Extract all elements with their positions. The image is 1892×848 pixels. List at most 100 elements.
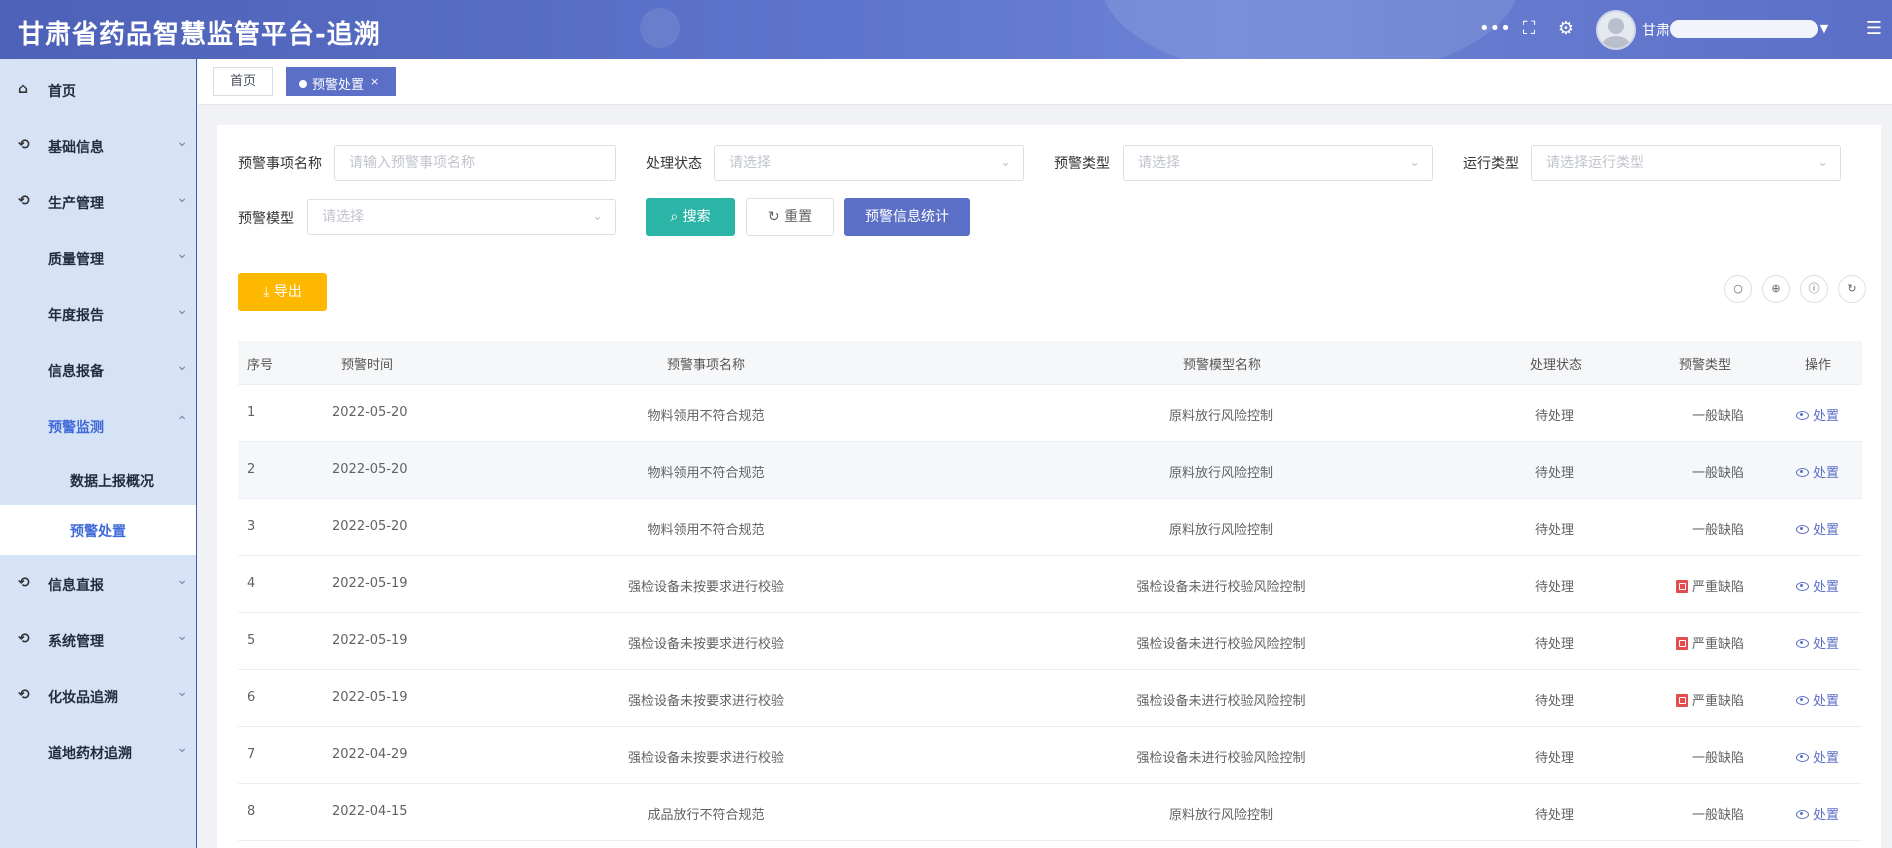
cell-time: 2022-05-19	[332, 690, 408, 705]
handle-link-label: 处置	[1813, 466, 1840, 481]
handle-link[interactable]: 处置	[1796, 690, 1839, 709]
col-time: 预警时间	[341, 358, 394, 373]
sidebar-item-cosmetics[interactable]: ⟲ 化妆品追溯 ⌄	[0, 668, 196, 724]
handle-link[interactable]: 处置	[1796, 747, 1839, 766]
col-no: 序号	[247, 358, 274, 373]
eye-icon	[1796, 753, 1809, 762]
severe-flag-icon	[1675, 637, 1688, 650]
run-type-select[interactable]: 请选择运行类型 ⌄	[1531, 145, 1841, 181]
fullscreen-icon[interactable]: ⛶	[1517, 18, 1541, 40]
sidebar-item-warning-handle[interactable]: 预警处置	[0, 505, 196, 555]
chevron-down-icon: ⌄	[1409, 155, 1420, 170]
username-redaction	[1670, 20, 1818, 38]
sidebar-item-annual-report[interactable]: 年度报告 ⌄	[0, 286, 196, 342]
search-button[interactable]: ⌕ 搜索	[646, 198, 735, 236]
sidebar-item-basic-info[interactable]: ⟲ 基础信息 ⌄	[0, 118, 196, 174]
cell-status: 待处理	[1535, 637, 1575, 652]
cell-no: 8	[247, 804, 256, 819]
menu-toggle-icon[interactable]: ☰	[1862, 18, 1886, 40]
cell-status: 待处理	[1535, 409, 1575, 424]
cell-no: 6	[247, 690, 256, 705]
cell-name: 强检设备未按要求进行校验	[627, 694, 785, 709]
menu-icon: ⟲	[18, 193, 30, 209]
cell-time: 2022-04-29	[332, 747, 408, 762]
name-input[interactable]: 请输入预警事项名称	[334, 145, 616, 181]
sidebar-item-quality[interactable]: 质量管理 ⌄	[0, 230, 196, 286]
handle-link-label: 处置	[1813, 580, 1840, 595]
handle-link-label: 处置	[1813, 751, 1840, 766]
theme-icon[interactable]: ⚙	[1554, 18, 1578, 40]
sidebar-item-warning-monitor[interactable]: 预警监测 ⌃	[0, 398, 196, 454]
type-select[interactable]: 请选择 ⌄	[1123, 145, 1433, 181]
cell-model: 强检设备未进行校验风险控制	[1136, 694, 1306, 709]
handle-link[interactable]: 处置	[1796, 405, 1839, 424]
cell-type-label: 严重缺陷	[1691, 694, 1744, 709]
cell-no: 5	[247, 633, 256, 648]
chevron-down-icon: ⌄	[176, 134, 188, 150]
table-header: 序号 预警时间 预警事项名称 预警模型名称 处理状态 预警类型 操作	[238, 341, 1862, 385]
chevron-down-icon: ⌄	[176, 572, 188, 588]
table-row: 2 2022-05-20 物料领用不符合规范 原料放行风险控制 待处理 一般缺陷 处置	[238, 442, 1862, 499]
tab-home[interactable]: 首页	[213, 67, 274, 96]
handle-link[interactable]: 处置	[1796, 804, 1839, 823]
sidebar-item-home[interactable]: ⌂ 首页	[0, 62, 196, 118]
model-select[interactable]: 请选择 ⌄	[307, 199, 616, 235]
close-icon[interactable]: ×	[370, 75, 379, 88]
chevron-down-icon[interactable]: ▼	[1812, 18, 1836, 40]
name-label: 预警事项名称	[238, 156, 322, 172]
cell-type: 严重缺陷	[1675, 690, 1744, 709]
sidebar-item-direct-report[interactable]: ⟲ 信息直报 ⌄	[0, 556, 196, 612]
eye-icon	[1796, 468, 1809, 477]
cell-type: 严重缺陷	[1675, 633, 1744, 652]
cell-model: 强检设备未进行校验风险控制	[1136, 580, 1306, 595]
table-row: 4 2022-05-19 强检设备未按要求进行校验 强检设备未进行校验风险控制 待处理 严…	[238, 556, 1862, 613]
chevron-down-icon: ⌄	[1000, 155, 1011, 170]
cell-name: 成品放行不符合规范	[647, 808, 765, 823]
cell-model: 强检设备未进行校验风险控制	[1136, 751, 1306, 766]
refresh-icon[interactable]: ↻	[1838, 275, 1866, 303]
cell-no: 4	[247, 576, 256, 591]
col-op: 操作	[1805, 358, 1832, 373]
chevron-down-icon: ⌄	[176, 740, 188, 756]
table-row: 3 2022-05-20 物料领用不符合规范 原料放行风险控制 待处理 一般缺陷 处置	[238, 499, 1862, 556]
cell-model: 原料放行风险控制	[1168, 409, 1274, 424]
chevron-down-icon: ⌄	[176, 302, 188, 318]
home-icon: ⌂	[18, 81, 29, 97]
more-icon[interactable]: •••	[1479, 18, 1511, 40]
advanced-search-icon[interactable]: ⊕	[1762, 275, 1790, 303]
handle-link[interactable]: 处置	[1796, 633, 1839, 652]
sidebar-item-herbs[interactable]: 道地药材追溯 ⌄	[0, 724, 196, 780]
app-title: 甘肃省药品智慧监管平台-追溯	[18, 20, 381, 50]
cell-status: 待处理	[1535, 694, 1575, 709]
active-dot-icon	[299, 80, 307, 88]
handle-link[interactable]: 处置	[1796, 462, 1839, 481]
cell-status: 待处理	[1535, 751, 1575, 766]
avatar[interactable]	[1596, 10, 1636, 50]
cell-time: 2022-05-20	[332, 462, 408, 477]
chevron-down-icon: ⌄	[176, 628, 188, 644]
menu-icon: ⟲	[18, 687, 30, 703]
menu-icon: ⟲	[18, 575, 30, 591]
username[interactable]: 甘肃	[1642, 20, 1670, 40]
search-toggle-icon[interactable]: ○	[1724, 275, 1752, 303]
status-select[interactable]: 请选择 ⌄	[714, 145, 1024, 181]
sidebar-item-data-overview[interactable]: 数据上报概况	[0, 455, 196, 505]
reset-button[interactable]: ↻ 重置	[746, 198, 834, 236]
cell-status: 待处理	[1535, 808, 1575, 823]
cell-type: 一般缺陷	[1692, 804, 1744, 823]
cell-type: 严重缺陷	[1675, 576, 1744, 595]
cell-model: 原料放行风险控制	[1168, 808, 1274, 823]
refresh-icon: ↻	[767, 209, 780, 225]
cell-type: 一般缺陷	[1692, 519, 1744, 538]
sidebar-item-system[interactable]: ⟲ 系统管理 ⌄	[0, 612, 196, 668]
cell-name: 强检设备未按要求进行校验	[627, 580, 785, 595]
export-button[interactable]: ⤓ 导出	[238, 273, 327, 311]
stats-button[interactable]: 预警信息统计	[844, 198, 970, 236]
info-icon[interactable]: ⓘ	[1800, 275, 1828, 303]
handle-link[interactable]: 处置	[1796, 519, 1839, 538]
cell-type: 一般缺陷	[1692, 462, 1744, 481]
tab-warning-handle[interactable]: 预警处置 ×	[286, 67, 397, 96]
handle-link[interactable]: 处置	[1796, 576, 1839, 595]
sidebar-item-info-filing[interactable]: 信息报备 ⌄	[0, 342, 196, 398]
sidebar-item-production[interactable]: ⟲ 生产管理 ⌄	[0, 174, 196, 230]
